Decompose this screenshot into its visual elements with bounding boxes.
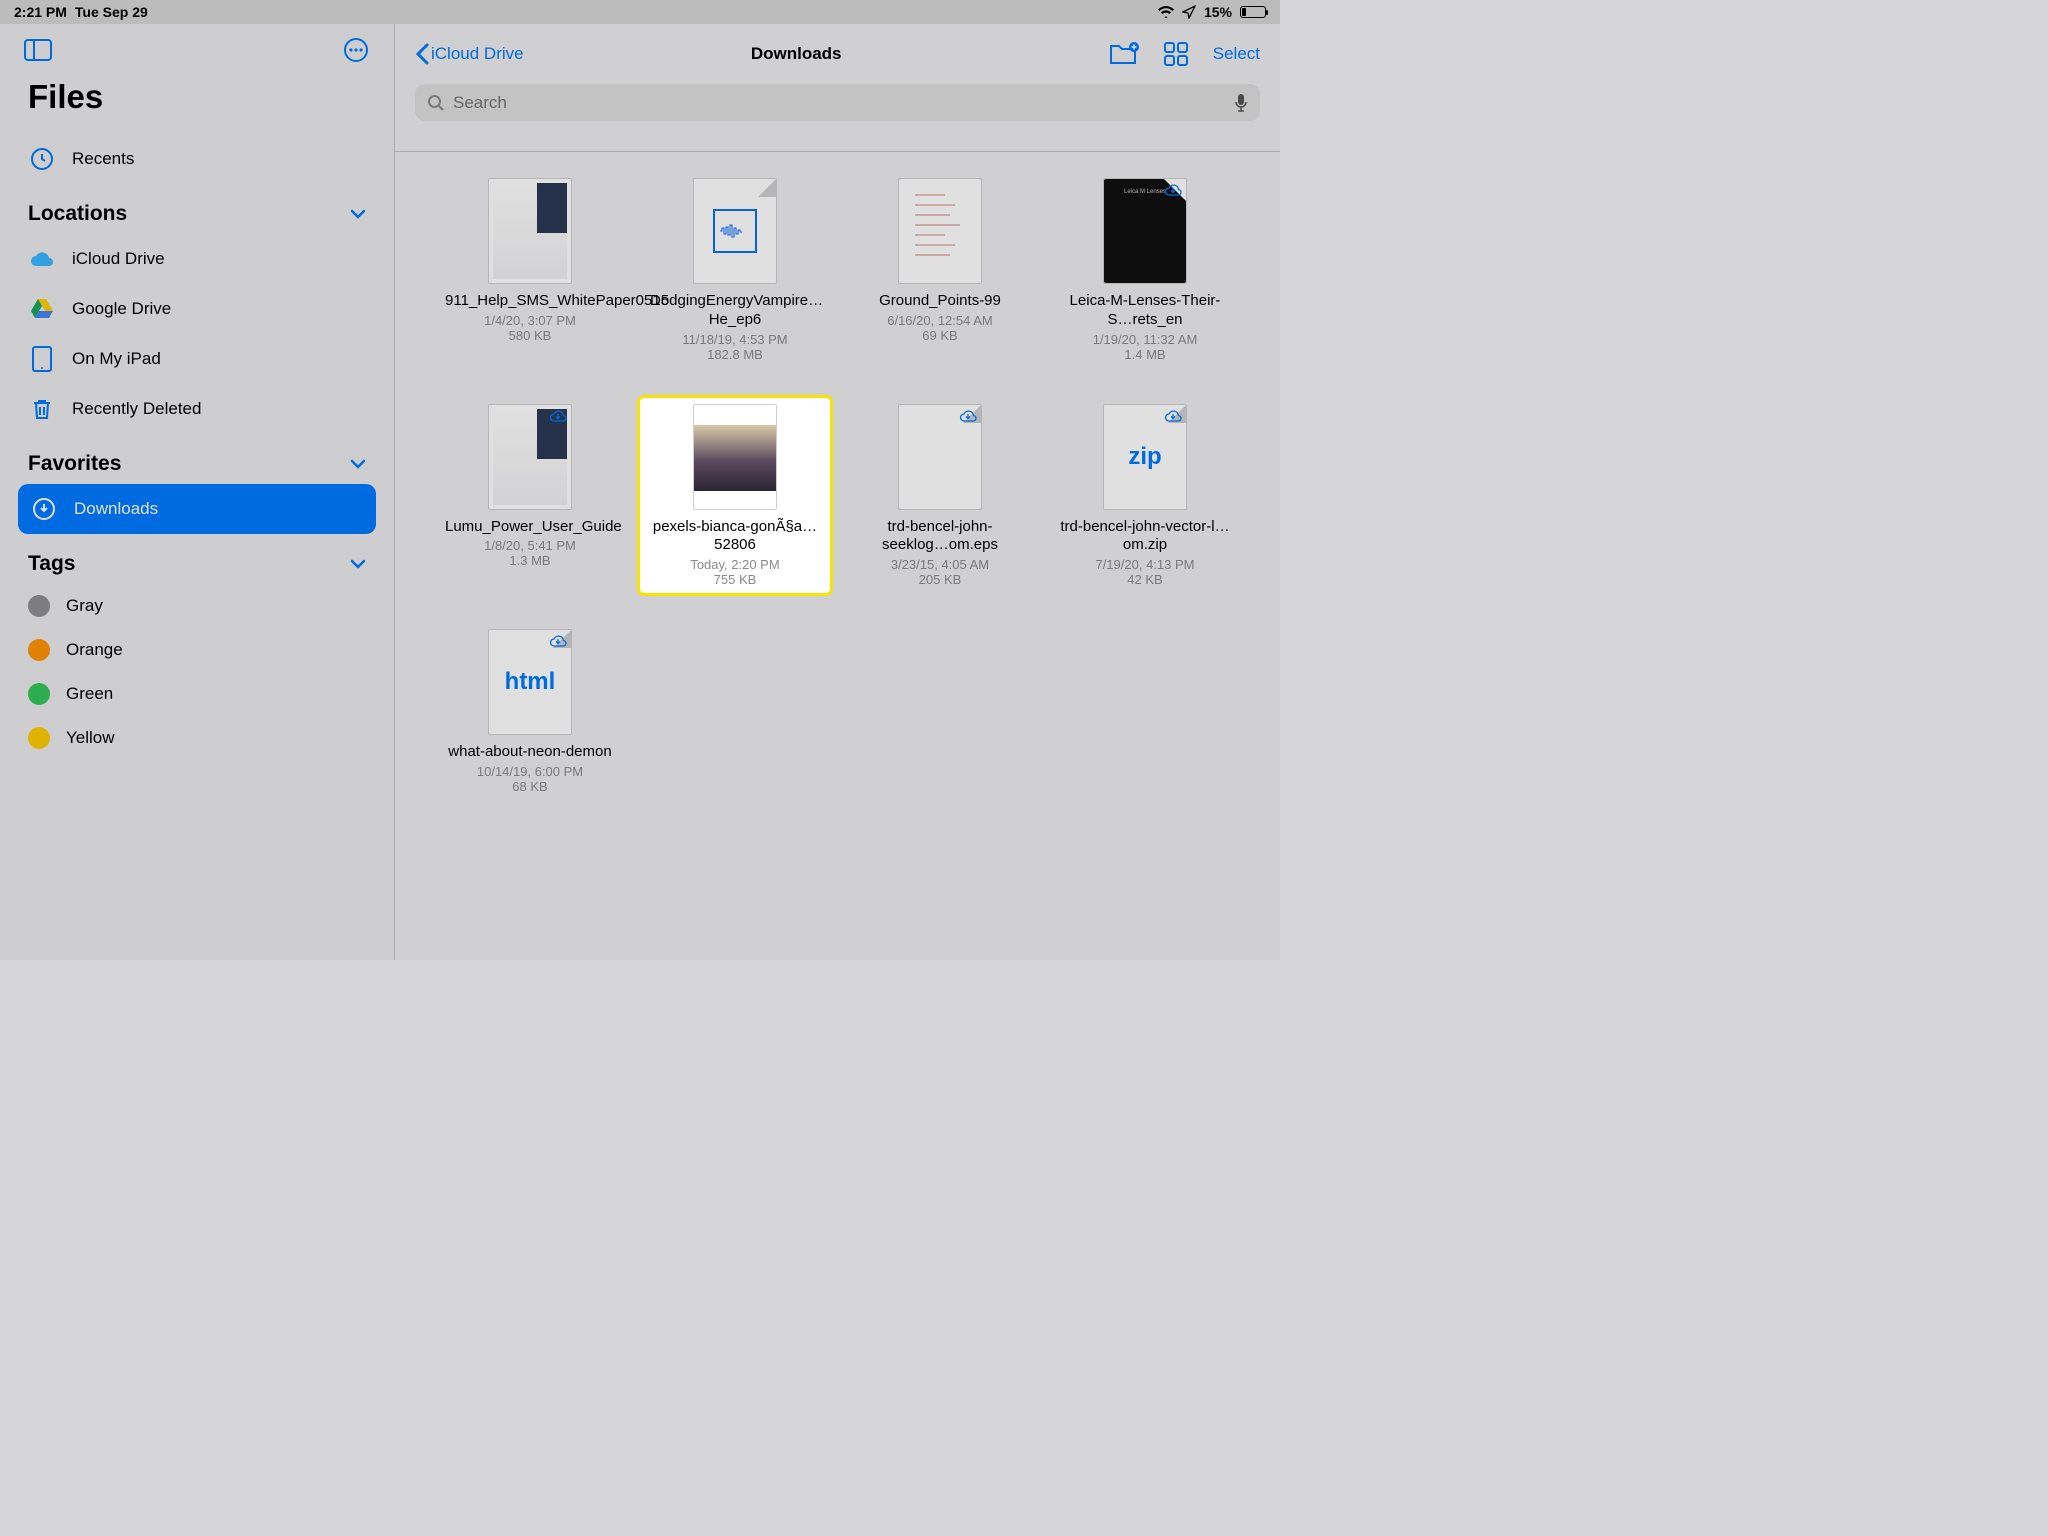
file-name: Lumu_Power_User_Guide — [445, 518, 615, 537]
file-date: Today, 2:20 PM — [690, 557, 779, 572]
file-item[interactable]: trd-bencel-john-seeklog…om.eps3/23/15, 4… — [845, 398, 1035, 594]
file-thumbnail — [693, 178, 777, 284]
file-size: 68 KB — [512, 779, 547, 794]
cloud-download-icon — [549, 409, 567, 423]
file-name: what-about-neon-demon — [448, 743, 611, 762]
search-input[interactable] — [415, 84, 1260, 121]
googledrive-icon — [28, 295, 56, 323]
file-size: 755 KB — [714, 572, 757, 587]
file-date: 1/19/20, 11:32 AM — [1093, 332, 1198, 347]
file-name: Leica-M-Lenses-Their-S…rets_en — [1060, 292, 1230, 330]
sidebar-icloud[interactable]: iCloud Drive — [0, 234, 394, 284]
file-size: 205 KB — [919, 572, 962, 587]
downloads-icon — [30, 495, 58, 523]
status-bar: 2:21 PM Tue Sep 29 15% — [0, 0, 1280, 24]
file-thumbnail — [693, 404, 777, 510]
location-icon — [1182, 5, 1196, 19]
file-thumbnail — [488, 404, 572, 510]
sidebar: Files Recents Locations iCloud Drive Goo… — [0, 24, 395, 960]
sidebar-googledrive[interactable]: Google Drive — [0, 284, 394, 334]
file-item[interactable]: Lumu_Power_User_Guide1/8/20, 5:41 PM1.3 … — [435, 398, 625, 594]
file-date: 1/4/20, 3:07 PM — [484, 313, 576, 328]
file-item[interactable]: zip trd-bencel-john-vector-l…om.zip7/19/2… — [1050, 398, 1240, 594]
file-name: 911_Help_SMS_WhitePaper0515 — [445, 292, 615, 311]
ipad-icon — [28, 345, 56, 373]
battery-percent: 15% — [1204, 4, 1232, 20]
icloud-icon — [28, 245, 56, 273]
back-button[interactable]: iCloud Drive — [415, 43, 524, 65]
sidebar-tag[interactable]: Orange — [0, 628, 394, 672]
sidebar-tag[interactable]: Gray — [0, 584, 394, 628]
more-icon[interactable] — [342, 36, 370, 64]
file-item[interactable]: Ground_Points-99 6/16/20, 12:54 AM69 KB — [845, 172, 1035, 368]
tag-dot-icon — [28, 683, 50, 705]
cloud-download-icon — [1164, 409, 1182, 423]
app-title: Files — [0, 72, 394, 134]
file-size: 1.3 MB — [509, 553, 550, 568]
file-size: 69 KB — [922, 328, 957, 343]
chevron-down-icon — [350, 209, 366, 219]
file-thumbnail — [488, 178, 572, 284]
cloud-download-icon — [549, 634, 567, 648]
file-date: 11/18/19, 4:53 PM — [682, 332, 787, 347]
sidebar-onmyipad[interactable]: On My iPad — [0, 334, 394, 384]
search-icon — [427, 94, 445, 112]
sidebar-downloads[interactable]: Downloads — [18, 484, 376, 534]
new-folder-icon[interactable] — [1109, 42, 1139, 66]
page-title: Downloads — [524, 44, 1109, 64]
file-thumbnail — [898, 404, 982, 510]
trash-icon — [28, 395, 56, 423]
status-date: Tue Sep 29 — [75, 4, 148, 20]
select-button[interactable]: Select — [1213, 44, 1260, 64]
locations-header[interactable]: Locations — [0, 184, 394, 234]
main-content: iCloud Drive Downloads Select 911_Help_S… — [395, 24, 1280, 960]
file-name: trd-bencel-john-vector-l…om.zip — [1060, 518, 1230, 556]
tags-header[interactable]: Tags — [0, 534, 394, 584]
file-name: pexels-bianca-gonÃ§a…52806 — [650, 518, 820, 556]
file-thumbnail: zip — [1103, 404, 1187, 510]
file-name: trd-bencel-john-seeklog…om.eps — [855, 518, 1025, 556]
battery-icon — [1240, 6, 1266, 18]
view-mode-icon[interactable] — [1163, 41, 1189, 67]
file-size: 42 KB — [1127, 572, 1162, 587]
chevron-left-icon — [415, 43, 429, 65]
clock-icon — [28, 145, 56, 173]
sidebar-tag[interactable]: Green — [0, 672, 394, 716]
sidebar-recentlydeleted[interactable]: Recently Deleted — [0, 384, 394, 434]
file-thumbnail — [898, 178, 982, 284]
file-date: 1/8/20, 5:41 PM — [484, 538, 576, 553]
tag-dot-icon — [28, 727, 50, 749]
file-name: DodgingEnergyVampire…He_ep6 — [650, 292, 820, 330]
sidebar-toggle-icon[interactable] — [24, 36, 52, 64]
file-name: Ground_Points-99 — [879, 292, 1001, 311]
file-size: 1.4 MB — [1124, 347, 1165, 362]
file-item[interactable]: pexels-bianca-gonÃ§a…52806Today, 2:20 PM… — [640, 398, 830, 594]
mic-icon[interactable] — [1234, 93, 1248, 113]
file-thumbnail: html — [488, 629, 572, 735]
chevron-down-icon — [350, 559, 366, 569]
file-item[interactable]: 911_Help_SMS_WhitePaper0515 1/4/20, 3:07 … — [435, 172, 625, 368]
favorites-header[interactable]: Favorites — [0, 434, 394, 484]
file-item[interactable]: Leica M Lenses Leica-M-Lenses-Their-S…ret… — [1050, 172, 1240, 368]
chevron-down-icon — [350, 459, 366, 469]
tag-dot-icon — [28, 639, 50, 661]
file-size: 182.8 MB — [707, 347, 763, 362]
tag-dot-icon — [28, 595, 50, 617]
wifi-icon — [1158, 6, 1174, 18]
sidebar-recents[interactable]: Recents — [0, 134, 394, 184]
status-time: 2:21 PM — [14, 4, 67, 20]
sidebar-recents-label: Recents — [72, 149, 134, 169]
file-date: 6/16/20, 12:54 AM — [887, 313, 993, 328]
file-item[interactable]: DodgingEnergyVampire…He_ep6 11/18/19, 4:5… — [640, 172, 830, 368]
cloud-download-icon — [959, 409, 977, 423]
file-size: 580 KB — [509, 328, 552, 343]
file-thumbnail: Leica M Lenses — [1103, 178, 1187, 284]
file-date: 7/19/20, 4:13 PM — [1095, 557, 1194, 572]
sidebar-tag[interactable]: Yellow — [0, 716, 394, 760]
file-date: 10/14/19, 6:00 PM — [477, 764, 583, 779]
file-date: 3/23/15, 4:05 AM — [891, 557, 989, 572]
file-item[interactable]: html what-about-neon-demon 10/14/19, 6:00 … — [435, 623, 625, 800]
cloud-download-icon — [1164, 183, 1182, 197]
